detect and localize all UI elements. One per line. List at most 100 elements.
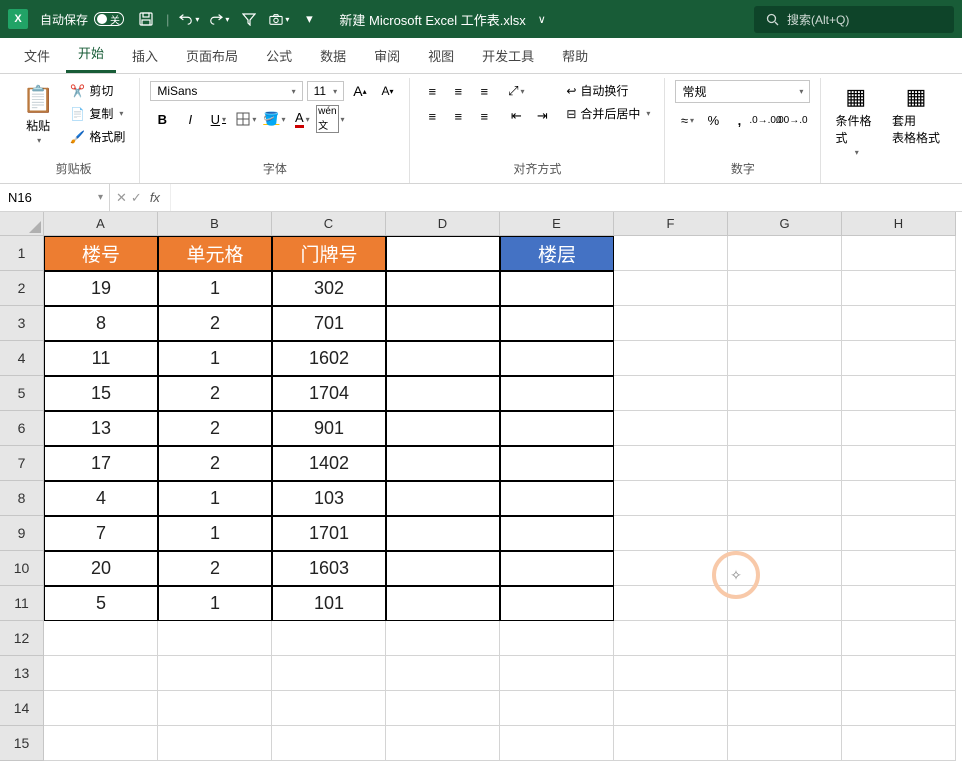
cell-F10[interactable] [614,551,728,586]
cell-F6[interactable] [614,411,728,446]
align-center-icon[interactable]: ≡ [446,105,470,127]
cell-H6[interactable] [842,411,956,446]
tab-home[interactable]: 开始 [66,35,116,73]
cell-C11[interactable]: 101 [272,586,386,621]
row-header-6[interactable]: 6 [0,411,44,446]
cell-D6[interactable] [386,411,500,446]
cell-E9[interactable] [500,516,614,551]
column-header-H[interactable]: H [842,212,956,236]
cell-D9[interactable] [386,516,500,551]
row-header-10[interactable]: 10 [0,551,44,586]
cell-F9[interactable] [614,516,728,551]
tab-data[interactable]: 数据 [308,38,358,73]
cell-G13[interactable] [728,656,842,691]
cell-A3[interactable]: 8 [44,306,158,341]
tab-insert[interactable]: 插入 [120,38,170,73]
cell-C9[interactable]: 1701 [272,516,386,551]
cell-F2[interactable] [614,271,728,306]
row-header-1[interactable]: 1 [0,236,44,271]
cell-D11[interactable] [386,586,500,621]
cell-C8[interactable]: 103 [272,481,386,516]
camera-icon[interactable]: ▾ [269,13,289,26]
merge-center-button[interactable]: ⊟合并后居中▾ [562,103,654,124]
cell-E12[interactable] [500,621,614,656]
format-painter-button[interactable]: 🖌️格式刷 [66,126,129,147]
cell-B7[interactable]: 2 [158,446,272,481]
percent-icon[interactable]: % [701,109,725,131]
cell-H15[interactable] [842,726,956,761]
cell-B1[interactable]: 单元格 [158,236,272,271]
cell-H13[interactable] [842,656,956,691]
cell-E6[interactable] [500,411,614,446]
row-header-9[interactable]: 9 [0,516,44,551]
cell-H1[interactable] [842,236,956,271]
cell-A6[interactable]: 13 [44,411,158,446]
cell-H12[interactable] [842,621,956,656]
cell-H9[interactable] [842,516,956,551]
cell-G12[interactable] [728,621,842,656]
cell-F4[interactable] [614,341,728,376]
cell-B3[interactable]: 2 [158,306,272,341]
cell-B11[interactable]: 1 [158,586,272,621]
cell-E11[interactable] [500,586,614,621]
cell-F14[interactable] [614,691,728,726]
cell-D13[interactable] [386,656,500,691]
row-header-15[interactable]: 15 [0,726,44,761]
cell-H8[interactable] [842,481,956,516]
cell-B8[interactable]: 1 [158,481,272,516]
cell-F13[interactable] [614,656,728,691]
cell-F15[interactable] [614,726,728,761]
align-middle-icon[interactable]: ≡ [446,80,470,102]
decrease-font-icon[interactable]: A▾ [376,80,400,102]
tab-pagelayout[interactable]: 页面布局 [174,38,250,73]
cell-D7[interactable] [386,446,500,481]
qat-overflow-icon[interactable]: ▾ [299,11,319,27]
cell-E2[interactable] [500,271,614,306]
tab-view[interactable]: 视图 [416,38,466,73]
align-right-icon[interactable]: ≡ [472,105,496,127]
cell-E13[interactable] [500,656,614,691]
cell-B10[interactable]: 2 [158,551,272,586]
column-header-B[interactable]: B [158,212,272,236]
cell-A12[interactable] [44,621,158,656]
fx-icon[interactable]: fx [146,190,164,205]
filter-icon[interactable] [239,12,259,26]
cell-B12[interactable] [158,621,272,656]
cell-A1[interactable]: 楼号 [44,236,158,271]
cell-A13[interactable] [44,656,158,691]
cell-B13[interactable] [158,656,272,691]
autosave-toggle[interactable]: 自动保存 关 [40,11,124,28]
cell-C12[interactable] [272,621,386,656]
cell-E4[interactable] [500,341,614,376]
align-left-icon[interactable]: ≡ [420,105,444,127]
cell-C14[interactable] [272,691,386,726]
font-color-button[interactable]: A▾ [290,108,314,130]
row-header-4[interactable]: 4 [0,341,44,376]
cell-C13[interactable] [272,656,386,691]
cell-H7[interactable] [842,446,956,481]
redo-icon[interactable]: ▾ [209,12,229,26]
cell-G5[interactable] [728,376,842,411]
tab-devtools[interactable]: 开发工具 [470,38,546,73]
table-format-button[interactable]: ▦ 套用 表格格式 [888,80,944,150]
cell-B14[interactable] [158,691,272,726]
cell-C3[interactable]: 701 [272,306,386,341]
cell-C5[interactable]: 1704 [272,376,386,411]
currency-icon[interactable]: ≈▾ [675,109,699,131]
cell-E1[interactable]: 楼层 [500,236,614,271]
cell-C7[interactable]: 1402 [272,446,386,481]
cell-C4[interactable]: 1602 [272,341,386,376]
cell-G4[interactable] [728,341,842,376]
cell-G6[interactable] [728,411,842,446]
cell-G14[interactable] [728,691,842,726]
cell-G7[interactable] [728,446,842,481]
cell-H10[interactable] [842,551,956,586]
underline-button[interactable]: U▾ [206,108,230,130]
column-header-A[interactable]: A [44,212,158,236]
cell-G1[interactable] [728,236,842,271]
row-header-14[interactable]: 14 [0,691,44,726]
orientation-icon[interactable]: ⤢▾ [504,80,528,102]
align-bottom-icon[interactable]: ≡ [472,80,496,102]
tab-formulas[interactable]: 公式 [254,38,304,73]
font-name-select[interactable]: MiSans▾ [150,81,302,101]
